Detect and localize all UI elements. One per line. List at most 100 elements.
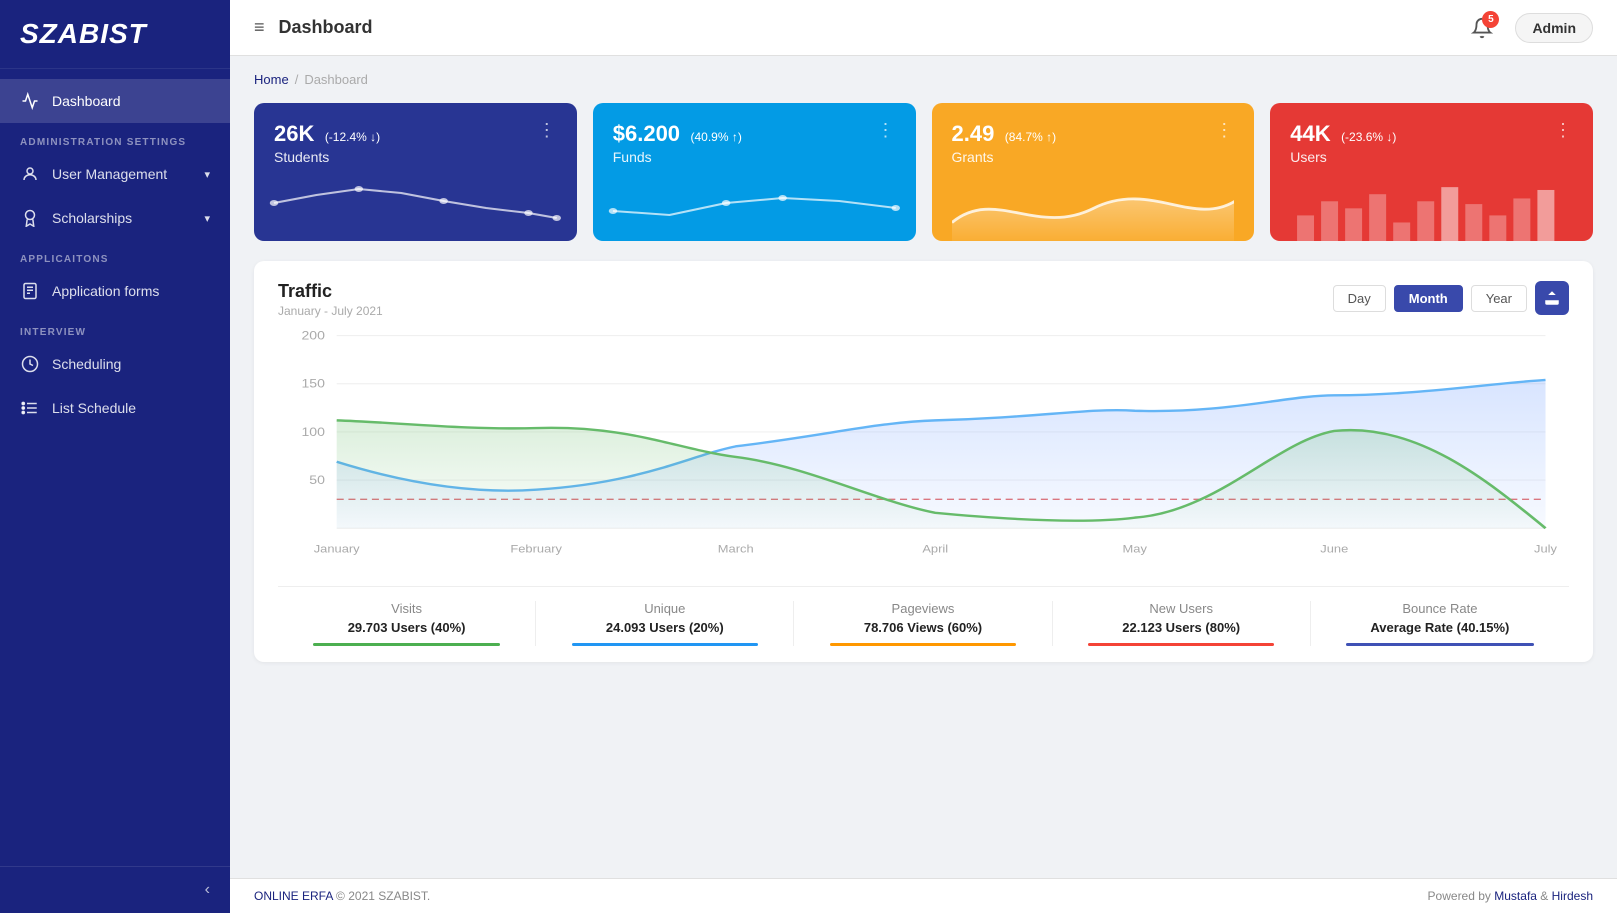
stat-card-users: 44K (-23.6% ↓) Users ⋮	[1270, 103, 1593, 241]
traffic-title: Traffic	[278, 281, 383, 302]
sidebar-collapse-button[interactable]: ‹	[0, 866, 230, 913]
svg-text:150: 150	[301, 377, 324, 390]
footer-author1[interactable]: Mustafa	[1494, 889, 1537, 903]
sidebar-section-applications: APPLICAITONS	[0, 240, 230, 269]
footer-author2-link[interactable]: Hirdesh	[1552, 889, 1593, 903]
stat-bottom-unique-label: Unique	[548, 601, 781, 616]
stat-card-students: 26K (-12.4% ↓) Students ⋮	[254, 103, 577, 241]
footer-copyright-text: © 2021 SZABIST.	[336, 889, 430, 903]
breadcrumb-home[interactable]: Home	[254, 72, 289, 87]
chevron-down-icon-2: ▾	[204, 212, 210, 225]
stat-bottom-bounce-rate: Bounce Rate Average Rate (40.15%)	[1311, 601, 1569, 646]
stat-card-grants-value-row: 2.49 (84.7% ↑)	[952, 121, 1057, 147]
svg-text:50: 50	[309, 473, 325, 486]
sidebar-item-scheduling-label: Scheduling	[52, 356, 121, 372]
stat-card-users-chart	[1290, 173, 1573, 223]
svg-text:June: June	[1320, 542, 1348, 555]
stat-bottom-bounce-rate-bar	[1346, 643, 1533, 646]
content-area: Home / Dashboard 26K (-12.4% ↓) Students…	[230, 56, 1617, 878]
period-day-button[interactable]: Day	[1333, 285, 1386, 312]
breadcrumb-current: Dashboard	[304, 72, 368, 87]
clock-icon	[20, 354, 40, 374]
stat-bottom-unique-bar	[572, 643, 759, 646]
stat-card-users-top: 44K (-23.6% ↓) Users ⋮	[1290, 121, 1573, 165]
header: ≡ Dashboard 5 Admin	[230, 0, 1617, 56]
svg-text:May: May	[1123, 542, 1147, 555]
stat-card-students-top: 26K (-12.4% ↓) Students ⋮	[274, 121, 557, 165]
svg-text:February: February	[510, 542, 562, 555]
notification-button[interactable]: 5	[1465, 11, 1499, 45]
traffic-title-area: Traffic January - July 2021	[278, 281, 383, 318]
sidebar-logo: SZABIST	[0, 0, 230, 69]
stat-card-grants-label: Grants	[952, 149, 1057, 165]
stat-bottom-unique-value: 24.093 Users (20%)	[548, 620, 781, 635]
stat-card-students-value: 26K	[274, 121, 314, 146]
stat-bottom-new-users-label: New Users	[1065, 601, 1298, 616]
svg-text:January: January	[314, 542, 360, 555]
admin-button[interactable]: Admin	[1515, 13, 1593, 43]
sidebar-item-application-forms[interactable]: Application forms	[0, 269, 230, 313]
svg-text:200: 200	[301, 329, 324, 342]
sidebar-nav: Dashboard ADMINISTRATION SETTINGS User M…	[0, 69, 230, 866]
chevron-down-icon: ▾	[204, 168, 210, 181]
stat-bottom-pageviews-label: Pageviews	[806, 601, 1039, 616]
period-month-button[interactable]: Month	[1394, 285, 1463, 312]
footer-left: ONLINE ERFA © 2021 SZABIST.	[254, 889, 430, 903]
sidebar-item-scheduling[interactable]: Scheduling	[0, 342, 230, 386]
stat-card-funds-top: $6.200 (40.9% ↑) Funds ⋮	[613, 121, 896, 165]
sidebar-item-dashboard-label: Dashboard	[52, 93, 121, 109]
sidebar-item-dashboard[interactable]: Dashboard	[0, 79, 230, 123]
sidebar-item-user-management[interactable]: User Management ▾	[0, 152, 230, 196]
stat-card-users-label: Users	[1290, 149, 1396, 165]
svg-text:100: 100	[301, 425, 324, 438]
stat-card-funds-label: Funds	[613, 149, 742, 165]
stat-card-students-chart	[274, 173, 557, 223]
award-icon	[20, 208, 40, 228]
footer-right: Powered by Mustafa & Hirdesh	[1428, 889, 1593, 903]
stat-card-funds-menu[interactable]: ⋮	[877, 121, 896, 139]
footer: ONLINE ERFA © 2021 SZABIST. Powered by M…	[230, 878, 1617, 913]
footer-powered-by-text: Powered by	[1428, 889, 1491, 903]
stat-card-grants-chart	[952, 173, 1235, 223]
stat-card-grants-top: 2.49 (84.7% ↑) Grants ⋮	[952, 121, 1235, 165]
stat-card-grants-menu[interactable]: ⋮	[1215, 121, 1234, 139]
sidebar-item-user-management-label: User Management	[52, 166, 167, 182]
stat-bottom-visits-bar	[313, 643, 500, 646]
stat-card-users-menu[interactable]: ⋮	[1554, 121, 1573, 139]
footer-author-separator: &	[1540, 889, 1551, 903]
sidebar-item-scholarships-label: Scholarships	[52, 210, 132, 226]
footer-online-erfa-link[interactable]: ONLINE ERFA	[254, 889, 333, 903]
notification-badge: 5	[1482, 11, 1499, 28]
header-title: Dashboard	[279, 17, 373, 38]
stat-card-students-change: (-12.4% ↓)	[325, 130, 380, 144]
menu-icon[interactable]: ≡	[254, 17, 265, 38]
stat-card-funds-value-row: $6.200 (40.9% ↑)	[613, 121, 742, 147]
stat-bottom-new-users-value: 22.123 Users (80%)	[1065, 620, 1298, 635]
header-left: ≡ Dashboard	[254, 17, 373, 38]
svg-text:April: April	[922, 542, 948, 555]
stat-card-users-change: (-23.6% ↓)	[1341, 130, 1396, 144]
stat-bottom-new-users: New Users 22.123 Users (80%)	[1053, 601, 1311, 646]
upload-button[interactable]	[1535, 281, 1569, 315]
file-icon	[20, 281, 40, 301]
collapse-arrow-icon: ‹	[205, 881, 210, 899]
stat-bottom-visits: Visits 29.703 Users (40%)	[278, 601, 536, 646]
stat-card-students-menu[interactable]: ⋮	[538, 121, 557, 139]
stat-bottom-new-users-bar	[1088, 643, 1275, 646]
sidebar-section-admin: ADMINISTRATION SETTINGS	[0, 123, 230, 152]
stat-bottom-pageviews: Pageviews 78.706 Views (60%)	[794, 601, 1052, 646]
sidebar-item-list-schedule[interactable]: List Schedule	[0, 386, 230, 430]
sidebar-item-scholarships[interactable]: Scholarships ▾	[0, 196, 230, 240]
period-year-button[interactable]: Year	[1471, 285, 1527, 312]
sidebar-item-list-schedule-label: List Schedule	[52, 400, 136, 416]
sidebar-section-interview: INTERVIEW	[0, 313, 230, 342]
breadcrumb-separator: /	[295, 72, 299, 87]
main-area: ≡ Dashboard 5 Admin Home / Dashboard	[230, 0, 1617, 913]
sidebar-item-application-forms-label: Application forms	[52, 283, 159, 299]
header-right: 5 Admin	[1465, 11, 1593, 45]
traffic-controls: Day Month Year	[1333, 281, 1569, 315]
stat-bottom-visits-label: Visits	[290, 601, 523, 616]
stat-card-students-value-row: 26K (-12.4% ↓)	[274, 121, 380, 147]
stat-card-funds-chart	[613, 173, 896, 223]
stat-card-users-value: 44K	[1290, 121, 1330, 146]
